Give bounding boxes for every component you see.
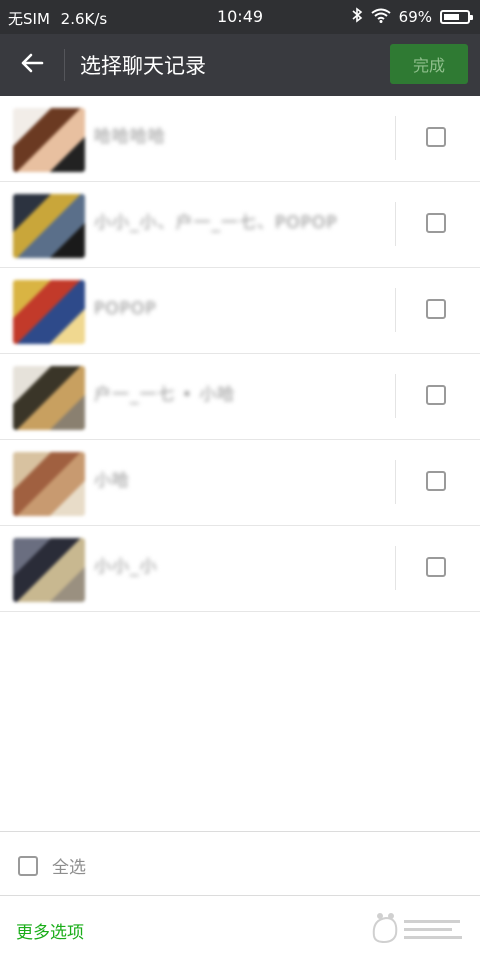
row-divider bbox=[395, 288, 396, 332]
select-all-label: 全选 bbox=[52, 858, 86, 878]
bottom-divider bbox=[0, 895, 480, 896]
status-right: 69% bbox=[351, 7, 473, 27]
chat-checkbox[interactable] bbox=[426, 213, 446, 233]
chat-checkbox[interactable] bbox=[426, 127, 446, 147]
chat-checkbox[interactable] bbox=[426, 557, 446, 577]
chat-row[interactable]: POPOP bbox=[0, 268, 480, 354]
battery-fill bbox=[444, 14, 459, 20]
row-divider bbox=[395, 460, 396, 504]
chat-name: 哈哈哈哈 bbox=[94, 127, 166, 147]
more-options-link[interactable]: 更多选项 bbox=[16, 918, 84, 943]
app-bar: 选择聊天记录 完成 bbox=[0, 34, 480, 96]
watermark-logo bbox=[364, 908, 466, 948]
avatar bbox=[13, 280, 85, 344]
chat-checkbox[interactable] bbox=[426, 471, 446, 491]
row-divider bbox=[395, 374, 396, 418]
header-divider bbox=[64, 49, 65, 81]
chat-row[interactable]: 小小_小 bbox=[0, 526, 480, 612]
chat-name: POPOP bbox=[94, 299, 157, 319]
chat-name: 户一_一七 • 小哈 bbox=[94, 385, 236, 405]
chat-list: 哈哈哈哈小小_小、户一_一七、POPOP POPOP 户一_一七 • 小哈 小哈小小_… bbox=[0, 96, 480, 612]
avatar bbox=[13, 108, 85, 172]
page-title: 选择聊天记录 bbox=[80, 54, 206, 78]
chat-name: 小小_小 bbox=[94, 557, 158, 577]
arrow-left-icon bbox=[20, 53, 44, 77]
row-divider bbox=[395, 202, 396, 246]
back-button[interactable] bbox=[14, 48, 50, 82]
chat-row[interactable]: 哈哈哈哈 bbox=[0, 96, 480, 182]
select-all-checkbox[interactable] bbox=[18, 855, 38, 876]
select-all-toggle[interactable]: 全选 bbox=[18, 853, 86, 878]
battery-percent: 69% bbox=[398, 8, 432, 26]
chat-checkbox[interactable] bbox=[426, 385, 446, 405]
chat-row[interactable]: 小小_小、户一_一七、POPOP bbox=[0, 182, 480, 268]
chat-row[interactable]: 小哈 bbox=[0, 440, 480, 526]
chat-name: 小哈 bbox=[94, 471, 130, 491]
chat-row[interactable]: 户一_一七 • 小哈 bbox=[0, 354, 480, 440]
chat-checkbox[interactable] bbox=[426, 299, 446, 319]
avatar bbox=[13, 452, 85, 516]
avatar bbox=[13, 366, 85, 430]
bottom-bar: 全选 更多选项 bbox=[0, 831, 480, 961]
row-divider bbox=[395, 546, 396, 590]
wifi-icon bbox=[371, 8, 391, 27]
row-divider bbox=[395, 116, 396, 160]
status-bar: 无SIM 2.6K/s 10:49 69% bbox=[0, 0, 480, 34]
avatar bbox=[13, 538, 85, 602]
bluetooth-icon bbox=[351, 7, 363, 27]
done-button[interactable]: 完成 bbox=[390, 44, 468, 84]
chat-name: 小小_小、户一_一七、POPOP bbox=[94, 213, 338, 233]
battery-icon bbox=[440, 10, 473, 24]
avatar bbox=[13, 194, 85, 258]
